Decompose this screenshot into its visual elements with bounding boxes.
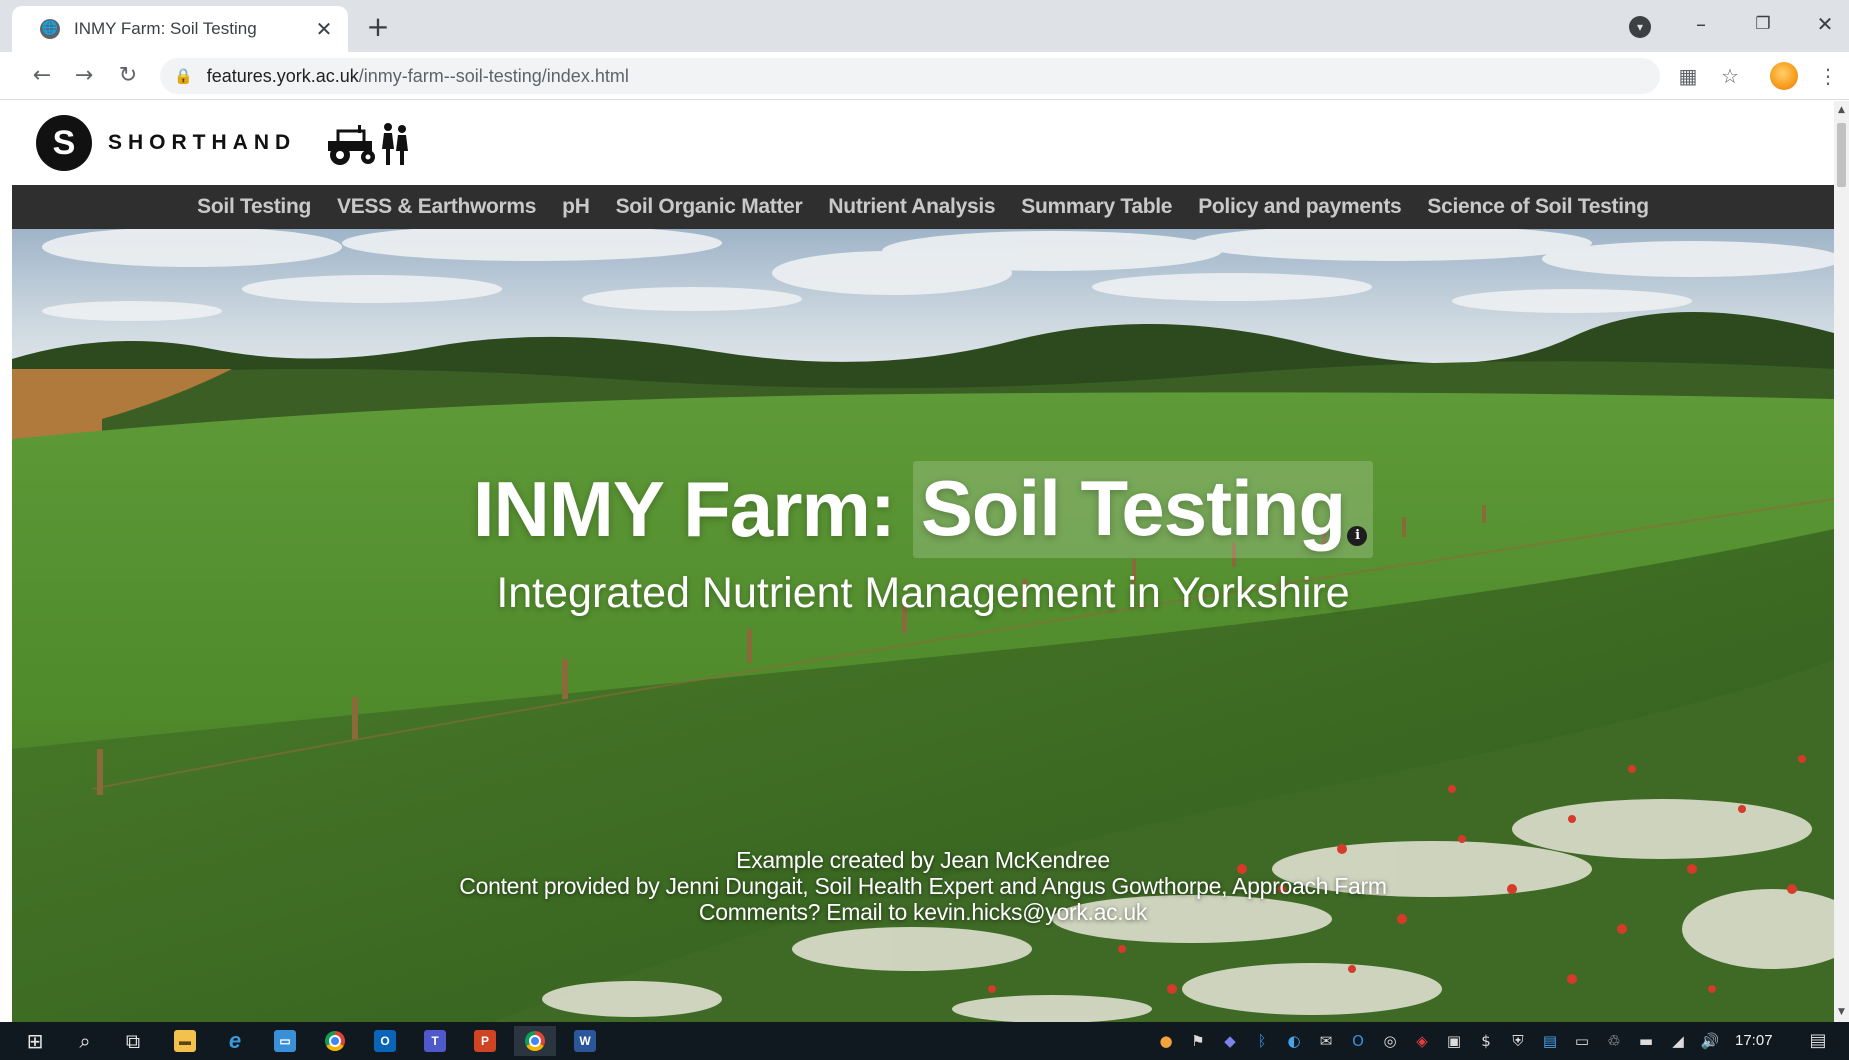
tractor-farmer-logo[interactable] — [324, 115, 420, 171]
outlook-icon: O — [374, 1030, 396, 1052]
qr-code-icon[interactable]: ▦ — [1674, 62, 1702, 90]
url-path: /inmy-farm--soil-testing/index.html — [358, 65, 629, 86]
tray-outlook-icon[interactable]: O — [1348, 1031, 1368, 1051]
tray-sync-icon[interactable]: ◐ — [1284, 1031, 1304, 1051]
tray-dollar-icon[interactable]: $ — [1476, 1031, 1496, 1051]
windows-logo-icon: ⊞ — [26, 1029, 44, 1053]
hero-title-part2-highlight: Soil Testing i — [912, 461, 1374, 558]
credit-line-content: Content provided by Jenni Dungait, Soil … — [459, 873, 1387, 899]
tray-app-icon[interactable]: ● — [1156, 1031, 1176, 1051]
nav-ph[interactable]: pH — [562, 195, 590, 219]
close-window-button[interactable]: ✕ — [1802, 8, 1848, 40]
scroll-down-arrow-icon[interactable]: ▼ — [1834, 1007, 1849, 1017]
credits-block: Example created by Jean McKendree Conten… — [12, 847, 1834, 925]
hero-title-part1: INMY Farm: — [472, 465, 896, 553]
search-button[interactable]: ⌕ — [64, 1026, 106, 1056]
taskbar-remote-desktop[interactable]: ▭ — [264, 1026, 306, 1056]
bluetooth-icon[interactable]: ᛒ — [1252, 1031, 1272, 1051]
info-icon[interactable]: i — [1347, 526, 1368, 546]
brand-name[interactable]: SHORTHAND — [108, 131, 296, 155]
scroll-up-arrow-icon[interactable]: ▲ — [1834, 105, 1849, 115]
url-host: features.york.ac.uk — [206, 65, 359, 86]
tray-shield-icon[interactable]: ⛨ — [1508, 1031, 1528, 1051]
tray-security-icon[interactable]: ◈ — [1412, 1031, 1432, 1051]
tab-search-icon[interactable]: ▾ — [1629, 16, 1651, 38]
profile-avatar[interactable] — [1770, 62, 1798, 90]
tab-title: INMY Farm: Soil Testing — [74, 19, 257, 38]
powerpoint-icon: P — [474, 1030, 496, 1052]
wifi-icon[interactable]: ◢ — [1668, 1031, 1688, 1051]
tray-language-icon[interactable]: ♲ — [1604, 1031, 1624, 1051]
notifications-icon[interactable]: ▤ — [1808, 1031, 1828, 1051]
hero-title-part2: Soil Testing — [920, 464, 1346, 552]
close-tab-icon[interactable]: ✕ — [312, 17, 336, 41]
forward-button[interactable]: → — [68, 60, 100, 92]
browser-tab-strip: 🌐 INMY Farm: Soil Testing ✕ + ▾ – ❐ ✕ — [0, 0, 1849, 52]
new-tab-button[interactable]: + — [362, 12, 394, 44]
hero-title: INMY Farm: Soil Testing i — [12, 461, 1834, 558]
credit-line-author: Example created by Jean McKendree — [736, 847, 1110, 873]
remote-desktop-icon: ▭ — [274, 1030, 296, 1052]
chrome-icon — [525, 1031, 545, 1051]
tray-circle-icon[interactable]: ◎ — [1380, 1031, 1400, 1051]
browser-toolbar: ← → ↻ 🔒 features.york.ac.uk /inmy-farm--… — [0, 52, 1849, 100]
back-button[interactable]: ← — [26, 60, 58, 92]
folder-icon: ▬ — [174, 1030, 196, 1052]
tray-monitor-icon[interactable]: ▣ — [1444, 1031, 1464, 1051]
shorthand-logo[interactable]: S — [36, 115, 92, 171]
bookmark-star-icon[interactable]: ☆ — [1716, 62, 1744, 90]
taskbar-word[interactable]: W — [564, 1026, 606, 1056]
nav-nutrient-analysis[interactable]: Nutrient Analysis — [828, 195, 995, 219]
word-icon: W — [574, 1030, 596, 1052]
globe-icon: 🌐 — [40, 19, 60, 39]
taskbar-powerpoint[interactable]: P — [464, 1026, 506, 1056]
nav-soil-testing[interactable]: Soil Testing — [197, 195, 311, 219]
browser-menu-icon[interactable]: ⋮ — [1814, 62, 1842, 90]
page-scrollbar[interactable]: ▲ ▼ — [1834, 101, 1849, 1022]
hero-subtitle: Integrated Nutrient Management in Yorksh… — [496, 569, 1350, 617]
hero-section: INMY Farm: Soil Testing i Integrated Nut… — [12, 229, 1834, 1022]
teams-icon: T — [424, 1030, 446, 1052]
taskbar-chrome-active[interactable] — [514, 1026, 556, 1056]
task-view-icon: ⧉ — [125, 1029, 141, 1053]
battery-icon[interactable]: ▬ — [1636, 1031, 1656, 1051]
nav-soil-organic-matter[interactable]: Soil Organic Matter — [616, 195, 803, 219]
tray-dropbox-icon[interactable]: ⚑ — [1188, 1031, 1208, 1051]
mail-icon[interactable]: ✉ — [1316, 1031, 1336, 1051]
taskbar-edge[interactable]: e — [214, 1026, 256, 1056]
windows-taskbar: ⊞ ⌕ ⧉ ▬ e ▭ O T P W ● ⚑ ◆ ᛒ ◐ ✉ O ◎ ◈ ▣ … — [0, 1022, 1849, 1060]
restore-button[interactable]: ❐ — [1740, 8, 1786, 40]
search-icon: ⌕ — [79, 1029, 91, 1053]
edge-icon: e — [228, 1028, 242, 1053]
page-viewport: S SHORTHAND Soil Testing VESS & Earthwor… — [12, 101, 1834, 1022]
site-nav: Soil Testing VESS & Earthworms pH Soil O… — [12, 185, 1834, 229]
nav-vess-earthworms[interactable]: VESS & Earthworms — [337, 195, 536, 219]
browser-tab[interactable]: 🌐 INMY Farm: Soil Testing ✕ — [12, 6, 348, 52]
taskbar-chrome[interactable] — [314, 1026, 356, 1056]
start-button[interactable]: ⊞ — [14, 1026, 56, 1056]
tray-display-icon[interactable]: ▭ — [1572, 1031, 1592, 1051]
nav-science-of-soil-testing[interactable]: Science of Soil Testing — [1427, 195, 1649, 219]
reload-button[interactable]: ↻ — [112, 60, 144, 92]
taskbar-file-explorer[interactable]: ▬ — [164, 1026, 206, 1056]
chrome-icon — [325, 1031, 345, 1051]
tray-teams-icon[interactable]: ◆ — [1220, 1031, 1240, 1051]
taskbar-teams[interactable]: T — [414, 1026, 456, 1056]
taskbar-clock[interactable]: 17:07 — [1735, 1032, 1773, 1049]
address-bar[interactable]: 🔒 features.york.ac.uk /inmy-farm--soil-t… — [160, 58, 1660, 94]
minimize-button[interactable]: – — [1678, 8, 1724, 40]
nav-policy-payments[interactable]: Policy and payments — [1198, 195, 1402, 219]
credit-line-contact: Comments? Email to kevin.hicks@york.ac.u… — [698, 899, 1148, 925]
scroll-thumb[interactable] — [1837, 123, 1846, 187]
nav-summary-table[interactable]: Summary Table — [1021, 195, 1172, 219]
tray-window-icon[interactable]: ▤ — [1540, 1031, 1560, 1051]
taskbar-outlook[interactable]: O — [364, 1026, 406, 1056]
lock-icon[interactable]: 🔒 — [174, 67, 193, 85]
volume-icon[interactable]: 🔊 — [1700, 1031, 1720, 1051]
task-view-button[interactable]: ⧉ — [112, 1026, 154, 1056]
site-header: S SHORTHAND — [12, 101, 1834, 185]
